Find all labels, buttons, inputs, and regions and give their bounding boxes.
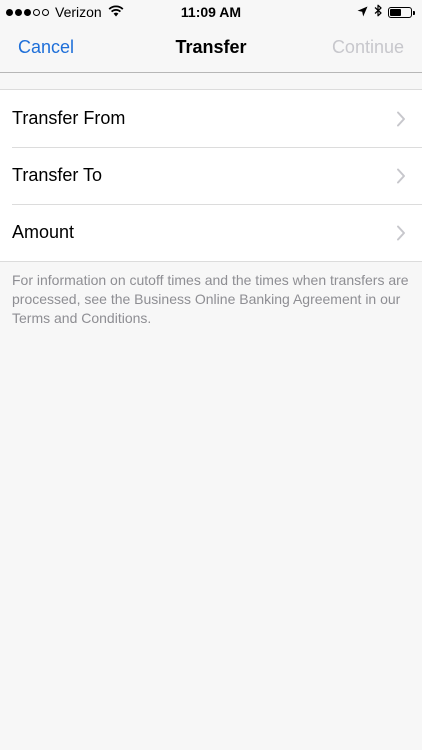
battery-fill (390, 8, 401, 16)
chevron-right-icon (397, 111, 405, 126)
transfer-from-label: Transfer From (12, 108, 126, 128)
status-bar: Verizon 11:09 AM (0, 0, 422, 24)
status-right (357, 4, 415, 20)
cancel-button[interactable]: Cancel (18, 37, 74, 58)
battery-icon (388, 6, 415, 18)
amount-row[interactable]: Amount (0, 204, 422, 261)
transfer-to-row[interactable]: Transfer To (0, 147, 422, 204)
chevron-right-icon (397, 225, 405, 240)
continue-button[interactable]: Continue (332, 37, 404, 58)
transfer-from-row[interactable]: Transfer From (0, 90, 422, 147)
transfer-form-table: Transfer From Transfer To Amount (0, 89, 422, 262)
amount-label: Amount (12, 222, 75, 242)
navigation-bar: Cancel Transfer Continue (0, 24, 422, 73)
battery-tip (413, 10, 415, 15)
chevron-right-icon (397, 168, 405, 183)
location-arrow-icon (357, 4, 368, 20)
transfer-to-label: Transfer To (12, 165, 103, 185)
cutoff-times-note: For information on cutoff times and the … (12, 272, 409, 326)
bluetooth-icon (374, 4, 382, 20)
